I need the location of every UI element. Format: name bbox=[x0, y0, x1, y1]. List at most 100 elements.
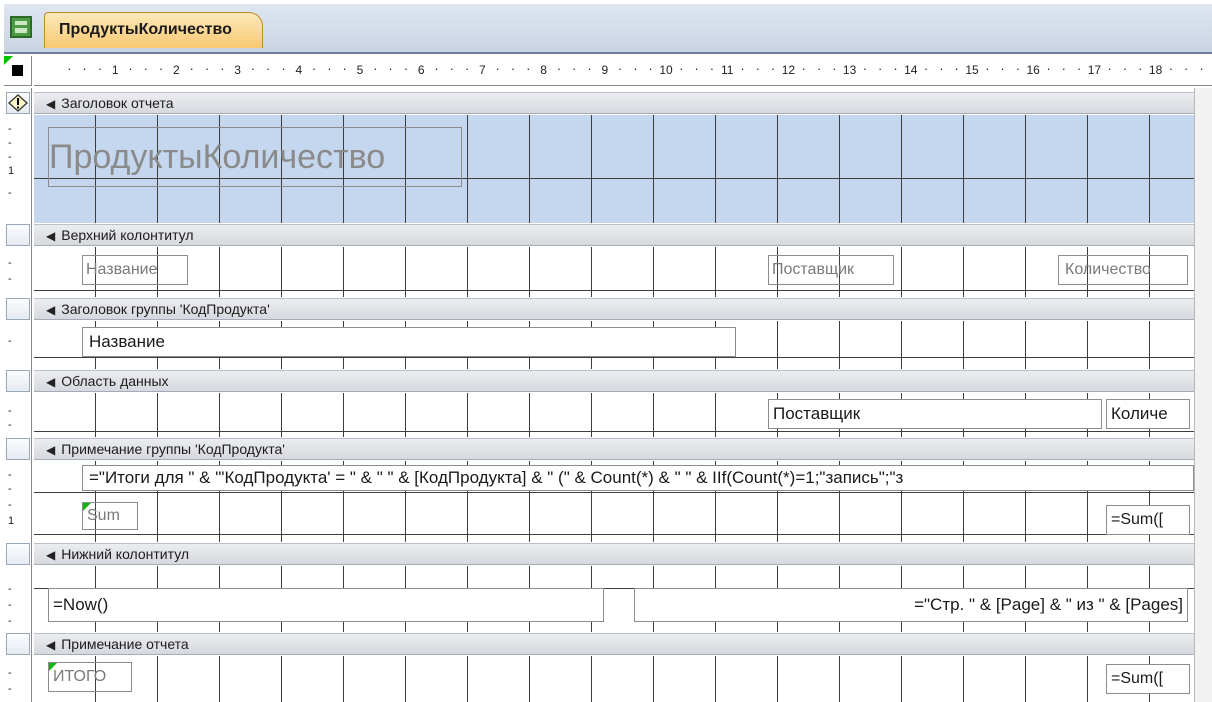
ruler-tick: · bbox=[464, 61, 470, 76]
ruler-tick: · bbox=[1107, 61, 1112, 76]
report-icon[interactable] bbox=[10, 16, 32, 38]
section-selector-report-footer[interactable] bbox=[6, 633, 30, 655]
report-title-label[interactable]: ПродуктыКоличество bbox=[48, 127, 462, 187]
ruler-tick: · bbox=[67, 61, 72, 76]
section-group-header[interactable]: Название bbox=[34, 321, 1194, 369]
ruler-number: 1 bbox=[111, 63, 119, 77]
ruler-tick: · bbox=[985, 61, 990, 76]
ruler-tick: · bbox=[342, 61, 347, 76]
supplier-field[interactable]: Поставщик bbox=[768, 399, 1102, 429]
report-sum-field[interactable]: =Sum([ bbox=[1106, 664, 1190, 694]
ruler-number: 16 bbox=[1026, 63, 1040, 77]
section-selector-report-header[interactable] bbox=[6, 92, 30, 114]
ruler-tick: · bbox=[526, 61, 531, 76]
ruler-number: 11 bbox=[720, 63, 734, 77]
ruler-tick: · bbox=[862, 61, 868, 76]
section-bar-detail[interactable]: ◀ Область данных bbox=[34, 370, 1194, 392]
section-title: Примечание группы 'КодПродукта' bbox=[61, 441, 285, 457]
tab-report[interactable]: ПродуктыКоличество bbox=[44, 12, 263, 48]
select-report-icon bbox=[12, 65, 23, 76]
section-arrow-icon: ◀ bbox=[46, 548, 56, 562]
ruler-tick: · bbox=[189, 61, 194, 76]
ruler-tick: · bbox=[1000, 61, 1005, 76]
section-bar-group-header[interactable]: ◀ Заголовок группы 'КодПродукта' bbox=[34, 298, 1194, 320]
section-selector-page-footer[interactable] bbox=[6, 543, 30, 565]
product-name-field[interactable]: Название bbox=[82, 327, 736, 357]
section-bar-report-footer[interactable]: ◀ Примечание отчета bbox=[34, 633, 1194, 655]
report-selector[interactable] bbox=[4, 56, 32, 86]
report-design-window: ПродуктыКоличество 1 2 3 4 5 6 7 8 9 10 11 12 13 14 15… bbox=[4, 4, 1212, 702]
ruler-number: 15 bbox=[965, 63, 979, 77]
quantity-field[interactable]: Количе bbox=[1106, 399, 1190, 429]
vertical-scrollbar[interactable] bbox=[1194, 88, 1212, 702]
ruler-tick: · bbox=[266, 61, 271, 76]
ruler-tick: · bbox=[709, 61, 715, 76]
document-tab-bar: ПродуктыКоличество bbox=[4, 4, 1212, 54]
ruler-tick: · bbox=[143, 61, 148, 76]
section-selector-group-header[interactable] bbox=[6, 298, 30, 320]
ruler-tick: · bbox=[1184, 61, 1189, 76]
page-number-field[interactable]: ="Стр. " & [Page] & " из " & [Pages] bbox=[634, 588, 1188, 622]
ruler-number: 12 bbox=[781, 63, 796, 77]
sum-label[interactable]: Sum bbox=[82, 502, 138, 530]
supplier-column-label[interactable]: Поставщик bbox=[768, 255, 894, 285]
section-selector-detail[interactable] bbox=[6, 370, 30, 392]
design-surface[interactable]: ◀ Заголовок отчета ПродуктыКоличество ◀ Ве… bbox=[34, 88, 1194, 702]
ruler-tick: · bbox=[832, 61, 837, 76]
ruler-tick: · bbox=[373, 61, 378, 76]
ruler-tick: · bbox=[878, 61, 883, 76]
ruler-tick: · bbox=[204, 61, 210, 76]
group-summary-expression[interactable]: ="Итоги для " & "'КодПродукта' = " & " "… bbox=[82, 465, 1194, 491]
section-detail[interactable]: Поставщик Количе bbox=[34, 393, 1194, 437]
ruler-tick: · bbox=[220, 61, 225, 76]
ruler-tick: · bbox=[510, 61, 516, 76]
selector-marker-icon bbox=[4, 56, 13, 65]
section-bar-page-header[interactable]: ◀ Верхний колонтитул bbox=[34, 224, 1194, 246]
ruler-number: 5 bbox=[356, 63, 364, 77]
ruler-tick: · bbox=[388, 61, 393, 76]
section-group-footer[interactable]: ="Итоги для " & "'КодПродукта' = " & " "… bbox=[34, 461, 1194, 542]
ruler-tick: · bbox=[1199, 61, 1204, 76]
ruler-tick: · bbox=[1168, 61, 1174, 76]
ruler-tick: · bbox=[449, 61, 454, 76]
ruler-tick: · bbox=[893, 61, 898, 76]
ruler-tick: · bbox=[1076, 61, 1082, 76]
section-page-footer[interactable]: =Now() ="Стр. " & [Page] & " из " & [Pag… bbox=[34, 566, 1194, 632]
ruler-tick: · bbox=[939, 61, 944, 76]
section-report-header[interactable]: ПродуктыКоличество bbox=[34, 115, 1194, 223]
section-arrow-icon: ◀ bbox=[46, 97, 56, 111]
section-bar-group-footer[interactable]: ◀ Примечание группы 'КодПродукта' bbox=[34, 438, 1194, 460]
warning-icon bbox=[8, 94, 28, 112]
section-bar-page-footer[interactable]: ◀ Нижний колонтитул bbox=[34, 543, 1194, 565]
ruler-number: 4 bbox=[295, 63, 303, 77]
ruler-tick: · bbox=[816, 61, 822, 76]
section-selector-group-footer[interactable] bbox=[6, 438, 30, 460]
ruler-tick: · bbox=[1046, 61, 1051, 76]
section-report-footer[interactable]: ИТОГО =Sum([ bbox=[34, 656, 1194, 702]
ruler-tick: · bbox=[556, 61, 562, 76]
section-selector-page-header[interactable] bbox=[6, 224, 30, 246]
section-title: Верхний колонтитул bbox=[61, 227, 194, 243]
ruler-tick: · bbox=[617, 61, 623, 76]
section-page-header[interactable]: Название Поставщик Количество bbox=[34, 247, 1194, 297]
ruler-mark: 1 bbox=[8, 515, 15, 527]
ruler-number: 10 bbox=[659, 63, 673, 77]
horizontal-ruler[interactable]: 1 2 3 4 5 6 7 8 9 10 11 12 13 14 15 16 17 18 · · · · · · · · · · · · ·… bbox=[34, 56, 1212, 86]
ruler-number: 6 bbox=[417, 63, 425, 77]
section-title: Заголовок отчета bbox=[61, 95, 174, 111]
ruler-tick: · bbox=[403, 61, 409, 76]
total-label[interactable]: ИТОГО bbox=[48, 662, 132, 692]
name-column-label[interactable]: Название bbox=[82, 255, 188, 285]
group-sum-field[interactable]: =Sum([ bbox=[1106, 505, 1190, 535]
ruler-tick: · bbox=[1138, 61, 1143, 76]
ruler-tick: · bbox=[801, 61, 806, 76]
ruler-tick: · bbox=[128, 61, 133, 76]
ruler-tick: · bbox=[770, 61, 776, 76]
ruler-tick: · bbox=[281, 61, 286, 76]
ruler-tick: · bbox=[572, 61, 577, 76]
section-bar-report-header[interactable]: ◀ Заголовок отчета bbox=[34, 92, 1194, 114]
now-date-field[interactable]: =Now() bbox=[48, 588, 604, 622]
ruler-number: 3 bbox=[234, 63, 241, 77]
ruler-tick: · bbox=[679, 61, 684, 76]
quantity-column-label[interactable]: Количество bbox=[1058, 255, 1188, 285]
